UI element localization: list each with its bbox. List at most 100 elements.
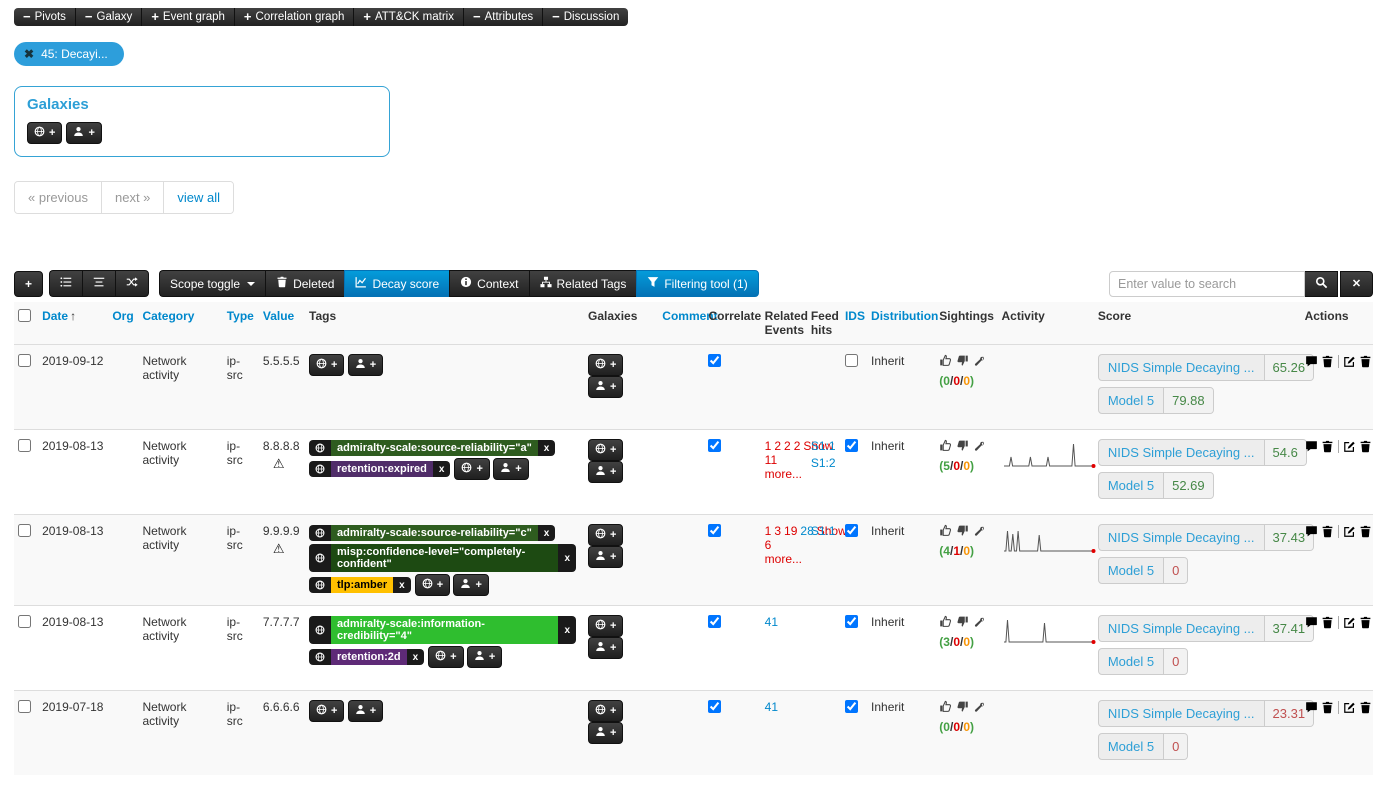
thumbs-down-icon[interactable]	[956, 354, 969, 370]
thumbs-up-icon[interactable]	[939, 439, 952, 455]
context-button[interactable]: Context	[449, 270, 528, 297]
feed-hit-link[interactable]: S1:1	[811, 524, 837, 538]
row-select-checkbox[interactable]	[18, 615, 31, 628]
decay-score-badge[interactable]: Model 50	[1098, 648, 1188, 675]
nav-tab-correlation-graph[interactable]: +Correlation graph	[235, 8, 354, 26]
decay-score-badge[interactable]: NIDS Simple Decaying ...65.26	[1098, 354, 1314, 381]
decay-score-badge[interactable]: NIDS Simple Decaying ...54.6	[1098, 439, 1307, 466]
add-cluster-button[interactable]: +	[588, 722, 623, 744]
decay-score-badge[interactable]: Model 579.88	[1098, 387, 1214, 414]
thumbs-down-icon[interactable]	[956, 524, 969, 540]
column-header-ids[interactable]: IDS	[841, 302, 867, 345]
correlate-checkbox[interactable]	[708, 354, 721, 367]
column-header-label[interactable]: Category	[142, 309, 194, 323]
deleted-button[interactable]: Deleted	[265, 270, 344, 297]
wrench-icon[interactable]	[973, 616, 985, 631]
comment-icon[interactable]	[1305, 525, 1318, 538]
remove-tag-button[interactable]: x	[393, 577, 411, 593]
add-cluster-button[interactable]: +	[467, 646, 502, 668]
ids-checkbox[interactable]	[845, 700, 858, 713]
search-button[interactable]	[1305, 271, 1338, 297]
related-tags-button[interactable]: Related Tags	[529, 270, 637, 297]
related-event-link[interactable]: 2	[784, 439, 791, 453]
trash-icon[interactable]	[1321, 701, 1334, 714]
related-event-link[interactable]: 1	[765, 439, 772, 453]
ids-checkbox[interactable]	[845, 524, 858, 537]
remove-tag-button[interactable]: x	[407, 649, 425, 665]
column-header-label[interactable]: Date	[42, 309, 68, 323]
add-cluster-button[interactable]: +	[493, 458, 528, 480]
column-header-value[interactable]: Value	[259, 302, 305, 345]
scope-toggle-button[interactable]: Scope toggle	[159, 270, 265, 297]
nav-tab-attributes[interactable]: −Attributes	[464, 8, 543, 26]
edit-icon[interactable]	[1343, 701, 1356, 714]
add-cluster-button[interactable]: +	[348, 700, 383, 722]
column-header-label[interactable]: Type	[227, 309, 254, 323]
nav-tab-event-graph[interactable]: +Event graph	[142, 8, 235, 26]
row-select-checkbox[interactable]	[18, 439, 31, 452]
add-galaxy-button[interactable]: +	[27, 122, 62, 144]
edit-icon[interactable]	[1343, 616, 1356, 629]
nav-tab-att-ck-matrix[interactable]: +ATT&CK matrix	[354, 8, 464, 26]
clear-search-button[interactable]: ✕	[1340, 271, 1373, 297]
compact-view-button[interactable]	[82, 270, 115, 297]
remove-tag-button[interactable]: x	[558, 544, 576, 572]
decay-score-badge[interactable]: NIDS Simple Decaying ...37.43	[1098, 524, 1314, 551]
column-header-label[interactable]: Distribution	[871, 309, 938, 323]
column-header-label[interactable]: Value	[263, 309, 294, 323]
comment-icon[interactable]	[1305, 355, 1318, 368]
remove-tag-button[interactable]: x	[538, 525, 556, 541]
remove-tag-button[interactable]: x	[558, 616, 576, 644]
thumbs-down-icon[interactable]	[956, 439, 969, 455]
add-cluster-button[interactable]: +	[453, 574, 488, 596]
filtering-tool-1--button[interactable]: Filtering tool (1)	[636, 270, 758, 297]
comment-icon[interactable]	[1305, 440, 1318, 453]
add-galaxy-button[interactable]: +	[428, 646, 463, 668]
decay-score-button[interactable]: Decay score	[344, 270, 449, 297]
column-header-org[interactable]: Org	[108, 302, 138, 345]
wrench-icon[interactable]	[973, 525, 985, 540]
row-select-checkbox[interactable]	[18, 700, 31, 713]
nav-tab-galaxy[interactable]: −Galaxy	[76, 8, 142, 26]
row-select-checkbox[interactable]	[18, 354, 31, 367]
attribute-tag[interactable]: admiralty-scale:source-reliability="c"x	[309, 525, 555, 541]
thumbs-up-icon[interactable]	[939, 700, 952, 716]
decay-score-badge[interactable]: NIDS Simple Decaying ...23.31	[1098, 700, 1314, 727]
nav-tab-pivots[interactable]: −Pivots	[14, 8, 76, 26]
feed-hit-link[interactable]: S1:1	[811, 439, 837, 453]
correlate-checkbox[interactable]	[708, 524, 721, 537]
attribute-tag[interactable]: tlp:amberx	[309, 577, 411, 593]
select-all-checkbox[interactable]	[18, 309, 31, 322]
list-view-button[interactable]	[49, 270, 82, 297]
wrench-icon[interactable]	[973, 355, 985, 370]
column-header-category[interactable]: Category	[138, 302, 222, 345]
correlate-checkbox[interactable]	[708, 615, 721, 628]
next-page-button[interactable]: next »	[102, 182, 164, 213]
column-header-comment[interactable]: Comment	[658, 302, 704, 345]
add-galaxy-button[interactable]: +	[415, 574, 450, 596]
decay-score-badge[interactable]: Model 50	[1098, 557, 1188, 584]
ids-checkbox[interactable]	[845, 439, 858, 452]
add-galaxy-button[interactable]: +	[309, 354, 344, 376]
decay-score-badge[interactable]: Model 552.69	[1098, 472, 1214, 499]
trash-icon[interactable]	[1321, 525, 1334, 538]
row-select-checkbox[interactable]	[18, 524, 31, 537]
add-cluster-button[interactable]: +	[588, 376, 623, 398]
column-header-label[interactable]: IDS	[845, 309, 865, 323]
attribute-tag[interactable]: admiralty-scale:source-reliability="a"x	[309, 440, 555, 456]
add-cluster-button[interactable]: +	[588, 461, 623, 483]
add-galaxy-button[interactable]: +	[588, 439, 623, 461]
delete-icon[interactable]	[1359, 616, 1372, 629]
related-event-link[interactable]: 41	[765, 615, 778, 629]
related-event-link[interactable]: 3	[774, 524, 781, 538]
view-all-button[interactable]: view all	[164, 182, 233, 213]
edit-icon[interactable]	[1343, 355, 1356, 368]
add-galaxy-button[interactable]: +	[454, 458, 489, 480]
delete-icon[interactable]	[1359, 355, 1372, 368]
column-header-label[interactable]: Org	[112, 309, 133, 323]
related-event-link[interactable]: 2	[794, 439, 801, 453]
attribute-tag[interactable]: misp:confidence-level="completely-confid…	[309, 544, 576, 572]
trash-icon[interactable]	[1321, 440, 1334, 453]
attribute-tag[interactable]: admiralty-scale:information-credibility=…	[309, 616, 576, 644]
add-cluster-button[interactable]: +	[348, 354, 383, 376]
